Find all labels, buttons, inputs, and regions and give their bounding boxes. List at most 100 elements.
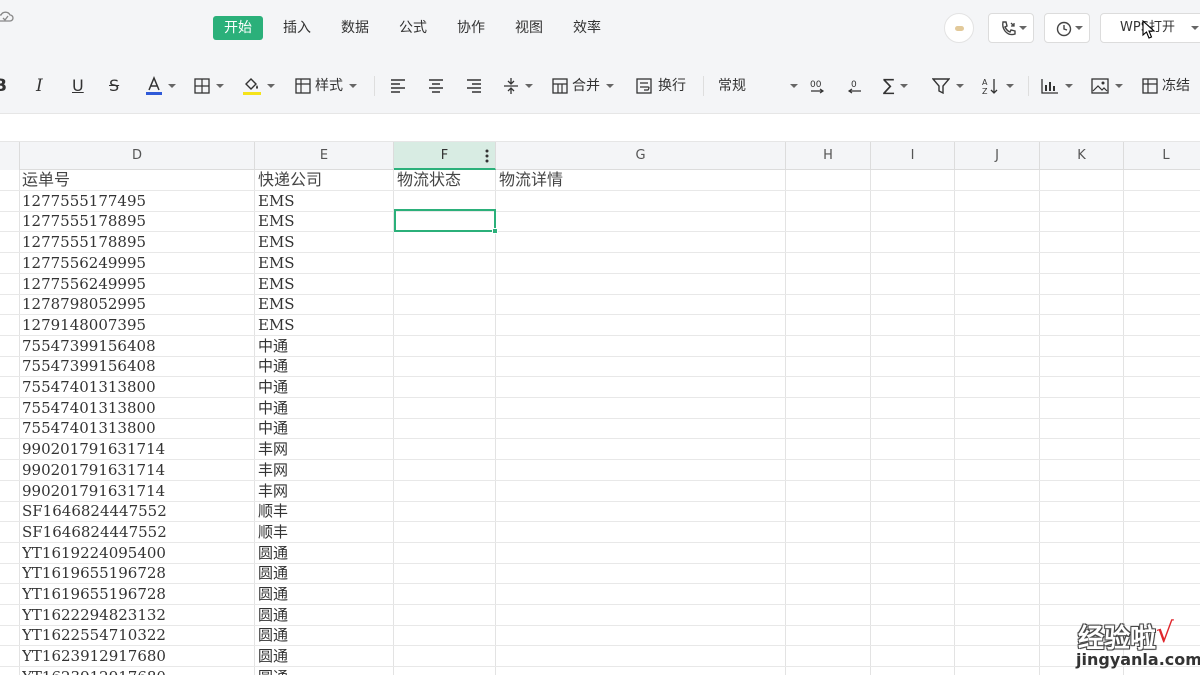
align-right-button[interactable] xyxy=(466,74,482,98)
vertical-align-button[interactable] xyxy=(503,74,533,98)
cell-tracking-number[interactable]: 990201791631714 xyxy=(22,460,252,480)
history-button[interactable] xyxy=(1044,13,1090,43)
cell-tracking-number[interactable]: 1277555178895 xyxy=(22,211,252,231)
number-format-select[interactable]: 常规 xyxy=(718,74,798,98)
menu-item-2[interactable]: 数据 xyxy=(331,16,379,40)
column-header-h[interactable]: H xyxy=(786,142,871,170)
cell-courier[interactable]: 圆通 xyxy=(258,625,392,645)
menu-item-0[interactable]: 开始 xyxy=(213,16,263,40)
sheet-grid[interactable]: 运单号 快递公司 物流状态 物流详情 1277555177495 EMS 12775… xyxy=(0,170,1200,675)
align-left-button[interactable] xyxy=(390,74,406,98)
corner-cell[interactable] xyxy=(0,142,20,170)
cell-tracking-number[interactable]: 990201791631714 xyxy=(22,439,252,459)
decrease-decimal-button[interactable]: 0 xyxy=(846,74,864,98)
cell-courier[interactable]: 中通 xyxy=(258,377,392,397)
menu-item-5[interactable]: 视图 xyxy=(505,16,553,40)
merge-cells-button[interactable]: 合并 xyxy=(552,74,614,98)
sum-button[interactable]: ∑ xyxy=(883,74,909,98)
freeze-panes-button[interactable]: 冻结 xyxy=(1142,74,1190,98)
cell-courier[interactable]: EMS xyxy=(258,232,392,252)
header-cell-logistics-detail[interactable]: 物流详情 xyxy=(499,170,784,190)
cell-courier[interactable]: EMS xyxy=(258,315,392,335)
fill-color-button[interactable] xyxy=(243,74,275,98)
cell-courier[interactable]: 中通 xyxy=(258,418,392,438)
strikethrough-button[interactable]: S xyxy=(109,74,119,98)
cell-tracking-number[interactable]: YT1619224095400 xyxy=(22,543,252,563)
menu-item-4[interactable]: 协作 xyxy=(447,16,495,40)
cell-courier[interactable]: EMS xyxy=(258,211,392,231)
underline-button[interactable]: U xyxy=(72,74,84,98)
cell-tracking-number[interactable]: YT1619655196728 xyxy=(22,584,252,604)
header-cell-tracking-number[interactable]: 运单号 xyxy=(22,170,252,190)
cell-courier[interactable]: 圆通 xyxy=(258,646,392,666)
column-header-j[interactable]: J xyxy=(955,142,1040,170)
cell-tracking-number[interactable]: YT1622294823132 xyxy=(22,605,252,625)
cell-tracking-number[interactable]: 1279148007395 xyxy=(22,315,252,335)
cell-tracking-number[interactable]: SF1646824447552 xyxy=(22,501,252,521)
align-center-button[interactable] xyxy=(428,74,444,98)
cell-courier[interactable]: EMS xyxy=(258,274,392,294)
cell-courier[interactable]: 圆通 xyxy=(258,543,392,563)
italic-button[interactable]: I xyxy=(36,74,43,98)
column-header-i[interactable]: I xyxy=(871,142,955,170)
filter-button[interactable] xyxy=(932,74,964,98)
column-header-e[interactable]: E xyxy=(255,142,394,170)
cell-courier[interactable]: EMS xyxy=(258,253,392,273)
column-header-g[interactable]: G xyxy=(496,142,786,170)
menu-item-6[interactable]: 效率 xyxy=(563,16,611,40)
formula-bar[interactable] xyxy=(0,114,1200,142)
more-vertical-icon[interactable] xyxy=(485,149,489,163)
cell-courier[interactable]: 丰网 xyxy=(258,460,392,480)
sort-button[interactable]: A Z xyxy=(982,74,1014,98)
cell-tracking-number[interactable]: YT1623912917680 xyxy=(22,667,252,675)
chart-button[interactable] xyxy=(1041,74,1073,98)
cell-tracking-number[interactable]: 75547399156408 xyxy=(22,336,252,356)
cell-tracking-number[interactable]: YT1619655196728 xyxy=(22,563,252,583)
cell-courier[interactable]: 中通 xyxy=(258,356,392,376)
cell-tracking-number[interactable]: 1277555178895 xyxy=(22,232,252,252)
cell-tracking-number[interactable]: 75547401313800 xyxy=(22,398,252,418)
cell-tracking-number[interactable]: SF1646824447552 xyxy=(22,522,252,542)
menu-item-1[interactable]: 插入 xyxy=(273,16,321,40)
cell-tracking-number[interactable]: 75547401313800 xyxy=(22,418,252,438)
cell-courier[interactable]: 顺丰 xyxy=(258,501,392,521)
cell-tracking-number[interactable]: 75547401313800 xyxy=(22,377,252,397)
share-call-button[interactable] xyxy=(988,13,1034,43)
font-color-button[interactable] xyxy=(146,74,176,98)
avatar[interactable] xyxy=(944,13,974,43)
cell-courier[interactable]: 圆通 xyxy=(258,584,392,604)
cell-tracking-number[interactable]: 1277556249995 xyxy=(22,253,252,273)
selected-cell[interactable] xyxy=(394,209,496,232)
column-header-l[interactable]: L xyxy=(1124,142,1200,170)
cell-courier[interactable]: 丰网 xyxy=(258,439,392,459)
cell-courier[interactable]: 中通 xyxy=(258,336,392,356)
cell-courier[interactable]: 中通 xyxy=(258,398,392,418)
cell-tracking-number[interactable]: 1277555177495 xyxy=(22,191,252,211)
cell-tracking-number[interactable]: YT1622554710322 xyxy=(22,625,252,645)
column-header-f[interactable]: F xyxy=(394,142,496,170)
border-button[interactable] xyxy=(194,74,224,98)
cell-tracking-number[interactable]: 990201791631714 xyxy=(22,481,252,501)
cell-style-button[interactable]: 样式 xyxy=(295,74,357,98)
cell-courier[interactable]: 顺丰 xyxy=(258,522,392,542)
cell-tracking-number[interactable]: YT1623912917680 xyxy=(22,646,252,666)
cell-tracking-number[interactable]: 1278798052995 xyxy=(22,294,252,314)
cell-courier[interactable]: 丰网 xyxy=(258,481,392,501)
cell-tracking-number[interactable]: 1277556249995 xyxy=(22,274,252,294)
cell-courier[interactable]: 圆通 xyxy=(258,605,392,625)
menu-item-3[interactable]: 公式 xyxy=(389,16,437,40)
column-header-d[interactable]: D xyxy=(20,142,255,170)
cell-courier[interactable]: EMS xyxy=(258,191,392,211)
insert-image-button[interactable] xyxy=(1091,74,1123,98)
cell-tracking-number[interactable]: 75547399156408 xyxy=(22,356,252,376)
column-header-k[interactable]: K xyxy=(1040,142,1124,170)
fill-handle[interactable] xyxy=(492,228,498,234)
cell-courier[interactable]: 圆通 xyxy=(258,563,392,583)
increase-decimal-button[interactable]: 00 xyxy=(808,74,826,98)
wrap-text-button[interactable]: 换行 xyxy=(636,74,686,98)
cell-courier[interactable]: 圆通 xyxy=(258,667,392,675)
cell-courier[interactable]: EMS xyxy=(258,294,392,314)
header-cell-logistics-status[interactable]: 物流状态 xyxy=(397,170,494,190)
header-cell-courier[interactable]: 快递公司 xyxy=(258,170,392,190)
bold-button[interactable]: B xyxy=(0,74,7,98)
